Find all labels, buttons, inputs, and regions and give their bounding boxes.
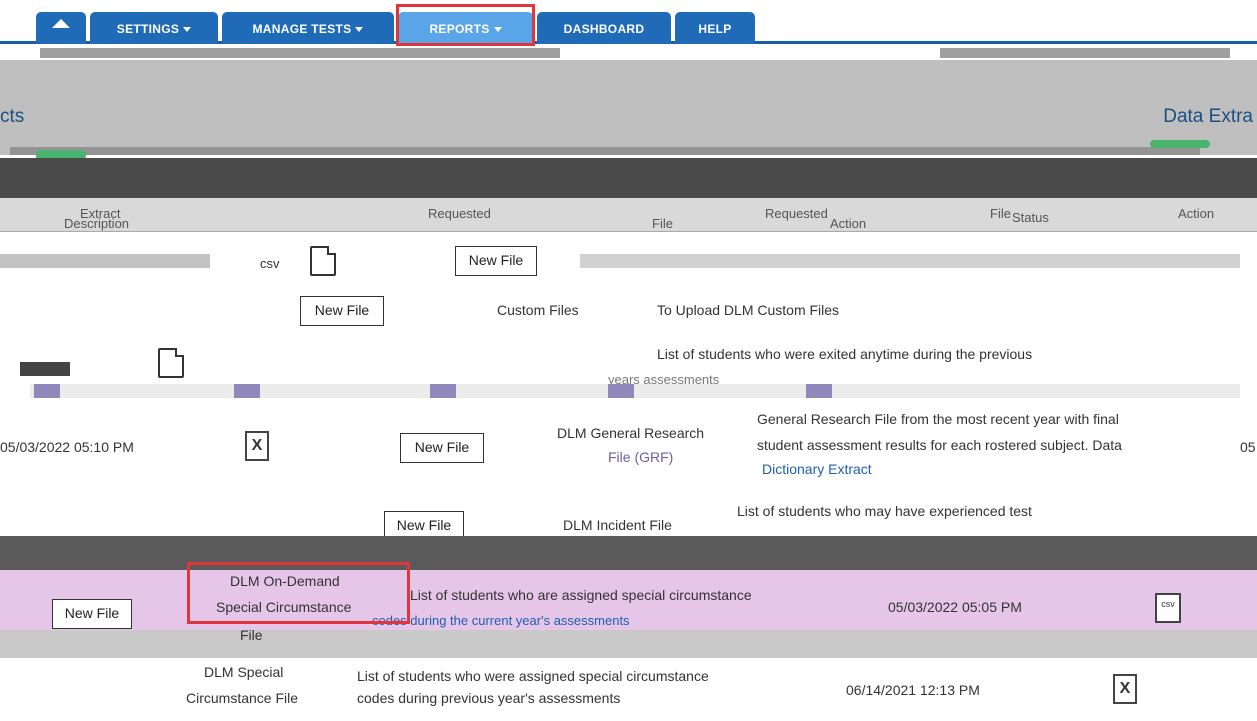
column-header-action: Action [1178,206,1215,221]
extract-description: To Upload DLM Custom Files [657,302,840,318]
file-icon[interactable] [310,246,336,276]
extract-name: DLM Incident File [563,517,672,533]
file-icon[interactable] [158,348,184,378]
table-row: New File DLM Incident File List of stude… [0,497,1257,541]
file-type-label: csv [260,256,280,271]
green-badge [1150,140,1210,148]
dark-band [0,158,1257,198]
excel-file-icon[interactable]: X [1113,674,1137,704]
csv-file-icon[interactable]: csv [1155,593,1181,623]
column-header-action: Action [830,216,867,231]
excel-file-icon[interactable]: X [245,431,269,461]
caret-down-icon [355,27,364,33]
tab-manage-tests-label: MANAGE TESTS [252,22,352,36]
table-row: csv New File [0,232,1257,292]
caret-down-icon [183,27,192,33]
scrambled-cell [34,384,60,398]
tab-settings[interactable]: SETTINGS [90,12,218,44]
scrambled-cell [580,254,1240,268]
scrambled-cell [20,362,70,376]
requested-date: 05/03/2022 05:05 PM [888,599,1022,615]
extract-description: List of students who were exited anytime… [657,346,1033,362]
extract-name: File [240,627,263,643]
requested-date: 06/14/2021 12:13 PM [846,682,980,698]
row-divider [30,384,1240,398]
table-row: DLM Special Circumstance File List of st… [0,658,1257,721]
extract-description: List of students who may have experience… [737,503,1032,519]
data-dictionary-link[interactable]: Dictionary Extract [762,461,872,477]
nav-ghost-strip [940,48,1230,58]
column-header-file: File [652,216,673,231]
extract-name: DLM Special [204,664,284,680]
extract-description: General Research File from the most rece… [757,411,1119,427]
home-tab[interactable] [36,12,86,44]
tab-dashboard[interactable]: DASHBOARD [537,12,671,44]
extract-description: codes during the current year's assessme… [372,613,630,628]
tab-settings-label: SETTINGS [116,22,180,36]
extract-description: codes during previous year's assessments [357,690,621,706]
scrambled-text-line [10,147,1200,155]
column-header-file: File [990,206,1011,221]
table-row: List of students who were exited anytime… [0,340,1257,405]
table-row: 05/03/2022 05:10 PM X New File DLM Gener… [0,405,1257,497]
tab-help-label: HELP [698,22,732,36]
column-header-description: Requested [428,206,491,221]
extract-description: student assessment results for each rost… [757,437,1122,453]
extract-name: Custom Files [497,302,579,318]
extract-description: List of students who are assigned specia… [410,587,752,603]
new-file-button[interactable]: New File [455,246,537,276]
scrambled-cell [234,384,260,398]
extract-name: DLM General Research [557,425,705,441]
scrambled-cell [608,384,634,398]
scrambled-cell [0,254,210,268]
scrambled-cell [806,384,832,398]
page-title: cts [0,106,25,127]
on-demand-highlight-box [187,562,410,624]
nav-ghost-strip [40,48,560,58]
column-header-requested: Requested [765,206,828,221]
new-file-button[interactable]: New File [300,296,384,326]
extract-description: List of students who were assigned speci… [357,668,709,684]
tab-help[interactable]: HELP [675,12,755,44]
column-header-description: Description [64,216,130,231]
table-row: New File Custom Files To Upload DLM Cust… [0,292,1257,340]
extract-name: File (GRF) [608,449,674,465]
scrambled-cell [430,384,456,398]
column-header-status: Status [1012,210,1049,225]
requested-date: 05 [1240,439,1256,455]
home-icon [52,19,70,28]
extract-name: Circumstance File [186,690,299,706]
tab-dashboard-label: DASHBOARD [563,22,645,36]
header-band [0,60,1257,155]
new-file-button[interactable]: New File [52,599,132,629]
top-nav: SETTINGS MANAGE TESTS REPORTS DASHBOARD … [0,0,1257,44]
reports-highlight-box [396,4,535,46]
tab-manage-tests[interactable]: MANAGE TESTS [222,12,394,44]
table-header: Extract Description Requested File Reque… [0,198,1257,232]
data-extracts-title: Data Extra [1163,106,1253,127]
new-file-button[interactable]: New File [400,433,484,463]
requested-date: 05/03/2022 05:10 PM [0,439,134,455]
